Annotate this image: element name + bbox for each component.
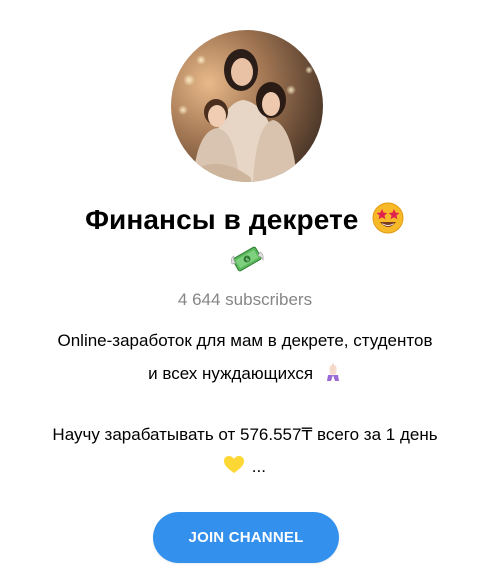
description-line-3: Научу зарабатывать от 576.557₸ всего за … — [52, 425, 438, 444]
description-line-4-row: ... — [0, 456, 490, 479]
yellow-heart-emoji-icon — [224, 456, 245, 479]
folded-hands-emoji-icon — [324, 362, 342, 387]
money-with-wings-emoji-icon: $ — [230, 244, 264, 274]
star-struck-emoji-icon — [371, 201, 405, 235]
description-line-1: Online-заработок для мам в декрете, студ… — [57, 331, 433, 350]
description-line-2-row: и всех нуждающихся — [0, 362, 490, 387]
channel-avatar-photo — [171, 30, 323, 182]
subscriber-count: 4 644 subscribers — [177, 290, 313, 309]
channel-avatar — [171, 30, 323, 182]
channel-title: Финансы в декрете — [85, 204, 359, 235]
join-channel-button[interactable]: JOIN CHANNEL — [153, 512, 339, 563]
channel-title-row: Финансы в декрете — [0, 201, 490, 237]
description-line-2: и всех нуждающихся — [148, 363, 314, 383]
description-line-4: ... — [251, 456, 266, 476]
